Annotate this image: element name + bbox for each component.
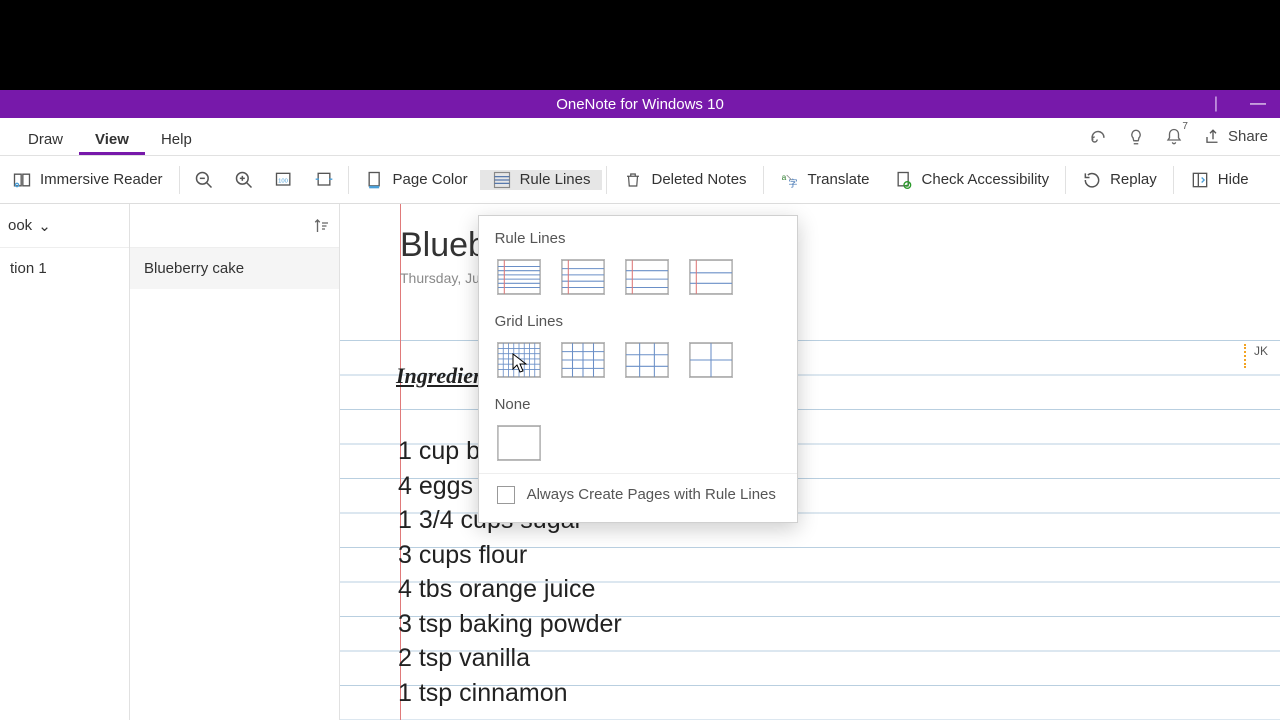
section-list: ook ⌄ tion 1 [0,204,130,720]
notification-badge: 7 [1182,121,1188,132]
replay-icon [1082,170,1102,190]
immersive-reader-button[interactable]: Immersive Reader [0,156,175,203]
translate-button[interactable]: a字 Translate [768,156,882,203]
separator [606,166,607,194]
minimize-button[interactable]: — [1240,95,1276,113]
dd-grid-lines-label: Grid Lines [479,307,797,334]
lightbulb-icon[interactable] [1124,125,1148,149]
page-list: Blueberry cake [130,204,340,720]
trash-icon [623,170,643,190]
zoom-in-button[interactable] [224,156,264,203]
always-rule-lines-toggle[interactable]: Always Create Pages with Rule Lines [479,473,797,508]
checkbox-icon [497,486,515,504]
rule-lines-icon [492,170,512,190]
hide-nav-button[interactable]: Hide [1178,156,1253,203]
zoom-100-button[interactable]: 100 [264,156,304,203]
author-tag: JK [1244,344,1268,368]
rule-wide-option[interactable] [689,259,733,295]
chevron-down-icon: ⌄ [38,217,51,235]
section-item[interactable]: tion 1 [0,248,129,289]
list-item[interactable]: 3 cups flour [398,538,622,573]
svg-text:100: 100 [278,178,288,184]
deleted-notes-button[interactable]: Deleted Notes [611,156,758,203]
tab-draw[interactable]: Draw [12,123,79,155]
caret-divider: | [1198,95,1234,113]
title-bar: OneNote for Windows 10 | — [0,90,1280,118]
translate-icon: a字 [780,170,800,190]
rule-college-option[interactable] [561,259,605,295]
svg-text:a: a [781,172,786,182]
ribbon: Immersive Reader 100 Page Color Rule Lin… [0,156,1280,204]
replay-button[interactable]: Replay [1070,156,1169,203]
page-sort-button[interactable] [130,204,339,248]
list-item[interactable]: 3 tsp baking powder [398,607,622,642]
svg-text:字: 字 [788,177,797,188]
page-width-button[interactable] [304,156,344,203]
dd-none-label: None [479,390,797,417]
rule-standard-option[interactable] [625,259,669,295]
grid-small-option[interactable] [497,342,541,378]
notebook-picker[interactable]: ook ⌄ [0,204,129,248]
rule-lines-dropdown: Rule Lines Grid Lines [478,215,798,523]
sync-icon[interactable] [1086,125,1110,149]
check-accessibility-button[interactable]: Check Accessibility [882,156,1062,203]
zoom-out-button[interactable] [184,156,224,203]
dd-rule-lines-label: Rule Lines [479,224,797,251]
separator [1173,166,1174,194]
sort-icon [313,217,331,235]
tabs-bar: Draw View Help 7 Share [0,118,1280,156]
separator [1065,166,1066,194]
hide-icon [1190,170,1210,190]
device-bezel [0,0,1280,90]
page-color-icon [365,170,385,190]
grid-medium-option[interactable] [561,342,605,378]
page-color-button[interactable]: Page Color [353,156,480,203]
tab-help[interactable]: Help [145,123,208,155]
list-item[interactable]: 2 tsp vanilla [398,641,622,676]
list-item[interactable]: 4 tbs orange juice [398,572,622,607]
page-item[interactable]: Blueberry cake [130,248,339,289]
separator [348,166,349,194]
bell-icon[interactable]: 7 [1162,125,1186,149]
separator [763,166,764,194]
rule-narrow-option[interactable] [497,259,541,295]
separator [179,166,180,194]
book-icon [12,170,32,190]
share-button[interactable]: Share [1200,124,1272,150]
rule-none-option[interactable] [497,425,541,461]
accessibility-icon [894,170,914,190]
app-title: OneNote for Windows 10 [556,96,724,113]
list-item[interactable]: 1 tsp cinnamon [398,676,622,711]
grid-large-option[interactable] [625,342,669,378]
rule-lines-button[interactable]: Rule Lines [480,170,603,190]
grid-xlarge-option[interactable] [689,342,733,378]
tab-view[interactable]: View [79,123,145,155]
share-label: Share [1228,128,1268,145]
